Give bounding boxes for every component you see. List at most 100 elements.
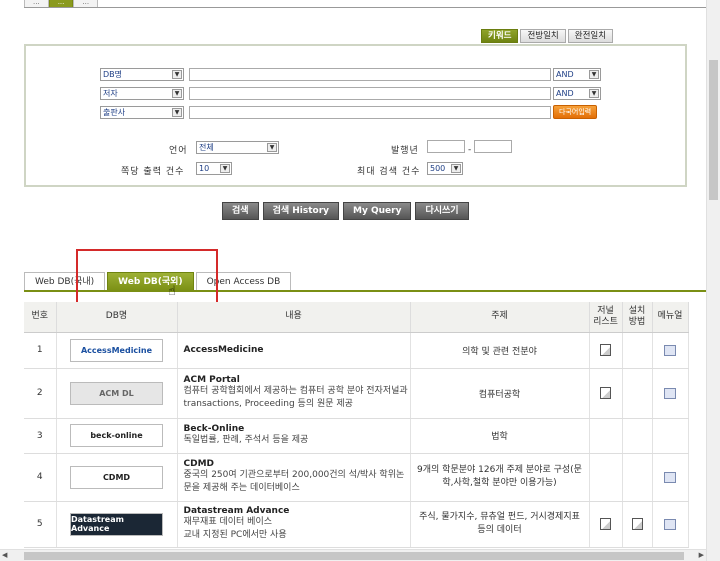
row-number: 3: [24, 418, 57, 454]
table-row: 2 ACM DL ACM Portal 컴퓨터 공학협회에서 제공하는 컴퓨터 …: [24, 368, 689, 419]
chevron-down-icon: ▼: [172, 70, 182, 79]
db-description: 재무재표 데이터 베이스 교내 지정된 PC에서만 사용: [183, 517, 287, 540]
vertical-scrollbar[interactable]: [706, 0, 720, 561]
db-logo-cell[interactable]: CDMD: [56, 453, 178, 502]
db-logo-cell[interactable]: Datastream Advance: [56, 501, 178, 548]
manual-icon[interactable]: [664, 344, 676, 356]
manual-cell[interactable]: [652, 453, 689, 502]
tab-keyword[interactable]: 키워드: [481, 29, 519, 43]
col-journal-list: 저널 리스트: [589, 302, 623, 333]
manual-cell[interactable]: [652, 501, 689, 548]
max-results-select[interactable]: 500 ▼: [427, 162, 463, 175]
year-from-input[interactable]: [427, 140, 465, 153]
install-cell: [622, 453, 653, 502]
db-logo[interactable]: AccessMedicine: [70, 338, 163, 362]
search-input-3[interactable]: [189, 106, 551, 119]
year-label: 발행년: [391, 146, 419, 156]
install-cell[interactable]: [622, 501, 653, 548]
col-manual: 메뉴얼: [652, 302, 689, 333]
scroll-right-icon[interactable]: ▶: [699, 551, 704, 559]
year-separator: -: [468, 145, 473, 155]
search-history-button[interactable]: 검색 History: [262, 202, 340, 220]
db-name-link[interactable]: AccessMedicine: [178, 345, 410, 355]
journal-list-cell: [589, 453, 623, 502]
table-header: 번호 DB명 내용 주제 저널 리스트 설치 방법 메뉴얼: [24, 302, 689, 333]
horizontal-scrollbar[interactable]: ◀ ▶: [0, 549, 706, 561]
subject-cell: 법학: [410, 418, 590, 454]
manual-icon[interactable]: [664, 387, 676, 399]
field-select-1[interactable]: DB명 ▼: [100, 68, 184, 81]
db-logo[interactable]: Datastream Advance: [70, 512, 163, 536]
operator-select-2[interactable]: AND ▼: [553, 87, 601, 100]
install-cell: [622, 418, 653, 454]
row-number: 2: [24, 368, 57, 419]
language-label: 언어: [169, 146, 188, 156]
horizontal-scroll-thumb[interactable]: [24, 552, 684, 560]
journal-list-cell[interactable]: [589, 501, 623, 548]
journal-list-icon[interactable]: [600, 387, 611, 399]
field-select-1-value: DB명: [103, 70, 123, 79]
scroll-left-icon[interactable]: ◀: [2, 551, 7, 559]
multilang-input-button[interactable]: 다국어입력: [553, 105, 598, 119]
db-logo-cell[interactable]: ACM DL: [56, 368, 178, 419]
manual-cell[interactable]: [652, 368, 689, 419]
content-cell: ACM Portal 컴퓨터 공학협회에서 제공하는 컴퓨터 공학 분야 전자저…: [177, 368, 411, 419]
manual-icon[interactable]: [664, 518, 676, 530]
journal-list-cell[interactable]: [589, 332, 623, 369]
year-to-input[interactable]: [474, 140, 512, 153]
subject-cell: 9개의 학문분야 126개 주제 분야로 구성(문학,사학,철학 분야만 이용가…: [410, 453, 590, 502]
search-mode-tabs: 키워드 전방일치 완전일치: [481, 29, 614, 43]
db-table: 번호 DB명 내용 주제 저널 리스트 설치 방법 메뉴얼 1 AccessMe…: [24, 302, 689, 548]
install-guide-icon[interactable]: [631, 518, 643, 530]
hand-cursor-icon: ☝: [168, 284, 176, 299]
db-logo[interactable]: CDMD: [70, 465, 163, 489]
journal-list-cell[interactable]: [589, 368, 623, 419]
content-cell: Datastream Advance 재무재표 데이터 베이스 교내 지정된 P…: [177, 501, 411, 548]
journal-list-icon[interactable]: [600, 518, 611, 530]
tab-prefix-match[interactable]: 전방일치: [520, 29, 566, 43]
db-logo[interactable]: ACM DL: [70, 381, 163, 405]
db-logo[interactable]: beck-online: [70, 424, 163, 447]
per-page-select[interactable]: 10 ▼: [196, 162, 232, 175]
table-row: 3 beck-online Beck-Online 독일법률, 판례, 주석서 …: [24, 418, 689, 454]
db-name-link[interactable]: Datastream Advance: [178, 506, 410, 516]
tab-exact-match[interactable]: 완전일치: [567, 29, 614, 43]
db-name-link[interactable]: Beck-Online: [178, 424, 410, 434]
search-actions: 검색 검색 History My Query 다시쓰기: [222, 202, 469, 220]
install-cell: [622, 332, 653, 369]
row-number: 1: [24, 332, 57, 369]
search-button[interactable]: 검색: [222, 202, 259, 220]
search-input-1[interactable]: [189, 68, 551, 81]
journal-list-icon[interactable]: [600, 344, 611, 356]
db-name-link[interactable]: ACM Portal: [178, 375, 410, 385]
my-query-button[interactable]: My Query: [343, 202, 412, 220]
content-cell: CDMD 중국의 250여 기관으로부터 200,000건의 석/박사 학위논문…: [177, 453, 411, 502]
install-cell: [622, 368, 653, 419]
db-name-link[interactable]: CDMD: [178, 459, 410, 469]
row-number: 5: [24, 501, 57, 548]
field-select-3[interactable]: 출판사 ▼: [100, 106, 184, 119]
max-results-select-value: 500: [430, 164, 446, 173]
db-description: 독일법률, 판례, 주석서 등을 제공: [183, 435, 309, 445]
col-number: 번호: [24, 302, 57, 333]
chevron-down-icon: ▼: [267, 143, 277, 152]
manual-icon[interactable]: [664, 471, 676, 483]
col-content: 내용: [177, 302, 411, 333]
col-db-name: DB명: [56, 302, 178, 333]
vertical-scroll-thumb[interactable]: [709, 60, 718, 200]
db-logo-cell[interactable]: beck-online: [56, 418, 178, 454]
language-select[interactable]: 전체 ▼: [196, 141, 279, 154]
search-input-2[interactable]: [189, 87, 551, 100]
chevron-down-icon: ▼: [172, 108, 182, 117]
manual-cell[interactable]: [652, 332, 689, 369]
reset-button[interactable]: 다시쓰기: [415, 202, 469, 220]
operator-select-1[interactable]: AND ▼: [553, 68, 601, 81]
chevron-down-icon: ▼: [220, 164, 230, 173]
db-logo-cell[interactable]: AccessMedicine: [56, 332, 178, 369]
field-select-2[interactable]: 저자 ▼: [100, 87, 184, 100]
search-form: DB명 ▼ AND ▼ 저자 ▼ AND ▼ 출판사 ▼ 다국어입력 언어 전체…: [24, 44, 687, 187]
journal-list-cell: [589, 418, 623, 454]
operator-select-1-value: AND: [556, 70, 574, 79]
per-page-label: 쪽당 출력 건수: [121, 167, 185, 177]
db-description: 중국의 250여 기관으로부터 200,000건의 석/박사 학위논문을 제공해…: [183, 470, 405, 493]
